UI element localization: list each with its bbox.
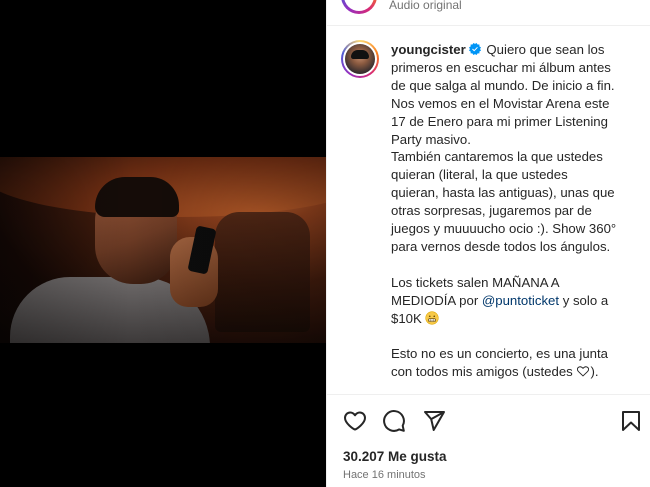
caption-line-8: quieran, hasta las antiguas), unas que	[391, 185, 615, 201]
caption: youngcister Quiero que sean los primeros…	[391, 41, 639, 381]
caption-line-11: para vernos desde todos los ángulos.	[391, 238, 611, 254]
caption-line-2: de que salga al mundo. De inicio a fin.	[391, 77, 615, 93]
header-avatar[interactable]	[341, 0, 377, 14]
caption-line-10: juegos y muuuucho ocio :). Show 360°	[391, 221, 617, 237]
closing-line-2-end: ).	[590, 364, 599, 380]
caption-line-0: Quiero que sean los	[486, 42, 605, 57]
post-timestamp[interactable]: Hace 16 minutos	[343, 469, 426, 481]
verified-badge-icon	[468, 43, 481, 55]
post-actions	[327, 394, 650, 446]
caption-line-5: Party masivo.	[391, 131, 471, 147]
avatar-image	[345, 44, 375, 74]
audio-label[interactable]: Audio original	[389, 0, 462, 12]
post-media[interactable]	[0, 0, 326, 487]
video-shade	[0, 157, 326, 343]
comment-icon[interactable]	[382, 409, 406, 433]
caption-line-3: Nos vemos en el Movistar Arena este	[391, 95, 610, 111]
caption-line-7: quieran (literal, la que ustedes	[391, 167, 568, 183]
post-side-panel: Audio original youngcister Quiero que se…	[326, 0, 650, 487]
avatar[interactable]	[341, 40, 379, 78]
tickets-line-1: Los tickets salen MAÑANA A	[391, 274, 560, 290]
grimace-emoji-icon	[425, 310, 440, 325]
likes-count[interactable]: 30.207 Me gusta	[343, 449, 447, 464]
closing-line-1: Esto no es un concierto, es una junta	[391, 346, 609, 362]
caption-line-1: primeros en escuchar mi álbum antes	[391, 59, 611, 75]
video-player[interactable]	[0, 157, 326, 343]
closing-line-2: con todos mis amigos (ustedes	[391, 364, 577, 380]
caption-area: youngcister Quiero que sean los primeros…	[327, 26, 650, 394]
tickets-line-2-after: y solo a	[559, 292, 609, 308]
username[interactable]: youngcister	[391, 42, 466, 57]
post-header: Audio original	[327, 0, 650, 26]
caption-line-6: También cantaremos la que ustedes	[391, 149, 603, 165]
tickets-line-3: $10K	[391, 310, 426, 326]
tickets-line-2-before: MEDIODÍA por	[391, 292, 482, 308]
bookmark-icon[interactable]	[619, 409, 643, 433]
white-heart-emoji-icon	[577, 366, 590, 377]
caption-line-9: otras sorpresas, jugaremos par de	[391, 203, 592, 219]
mention-link[interactable]: @puntoticket	[482, 293, 559, 308]
heart-icon[interactable]	[343, 409, 367, 433]
send-icon[interactable]	[422, 409, 446, 433]
caption-line-4: 17 de Enero para mi primer Listening	[391, 113, 608, 129]
